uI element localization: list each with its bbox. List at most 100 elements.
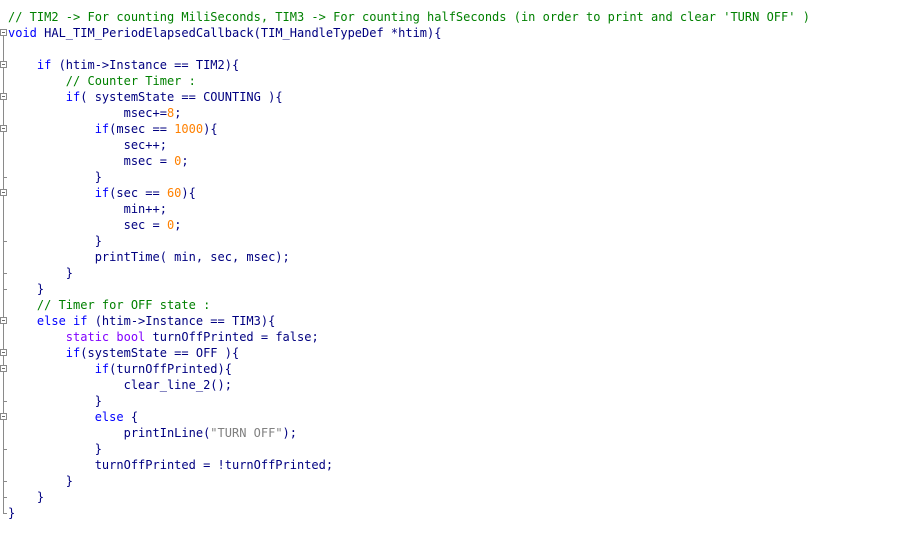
code-line: static bool turnOffPrinted = false; — [8, 329, 319, 345]
code-line: min++; — [8, 201, 167, 217]
code-token-text: } — [8, 234, 102, 248]
code-line: if(msec == 1000){ — [8, 121, 218, 137]
code-token-text: } — [8, 442, 102, 456]
code-token-text: } — [8, 266, 74, 280]
fold-end-marker — [3, 513, 7, 514]
code-token-keyword: if — [94, 122, 110, 136]
code-token-text: clear_line_2(); — [8, 378, 232, 392]
code-token-number: 60 — [166, 186, 182, 200]
code-token-text: printTime( min, sec, msec); — [8, 250, 290, 264]
code-line: clear_line_2(); — [8, 377, 232, 393]
fold-toggle-icon[interactable] — [0, 413, 7, 420]
code-line: } — [8, 169, 102, 185]
code-token-text: { — [123, 410, 139, 424]
code-token-text: turnOffPrinted = false; — [145, 330, 319, 344]
code-token-text: } — [8, 394, 102, 408]
code-line: } — [8, 233, 102, 249]
fold-toggle-icon[interactable] — [0, 125, 7, 132]
code-line: } — [8, 505, 15, 521]
code-token-comment: // TIM2 -> For counting MiliSeconds, TIM… — [8, 10, 810, 24]
fold-toggle-icon[interactable] — [0, 29, 7, 36]
code-line: } — [8, 473, 73, 489]
fold-toggle-icon[interactable] — [0, 189, 7, 196]
code-line: sec = 0; — [8, 217, 182, 233]
code-line: } — [8, 393, 102, 409]
fold-end-marker — [3, 273, 7, 274]
code-line: else { — [8, 409, 138, 425]
fold-end-marker — [3, 289, 7, 290]
code-token-text: printInLine( — [8, 426, 211, 440]
code-token-text: sec = — [8, 218, 167, 232]
code-token-text: (systemState == OFF ){ — [80, 346, 240, 360]
code-token-keyword: else if — [36, 314, 88, 328]
code-line: turnOffPrinted = !turnOffPrinted; — [8, 457, 333, 473]
code-line: msec+=8; — [8, 105, 182, 121]
code-line: else if (htim->Instance == TIM3){ — [8, 313, 275, 329]
code-line: if (htim->Instance == TIM2){ — [8, 57, 239, 73]
fold-end-marker — [3, 241, 7, 242]
code-line: } — [8, 441, 102, 457]
code-token-text: ; — [181, 154, 189, 168]
code-line: } — [8, 489, 44, 505]
code-token-text: turnOffPrinted = !turnOffPrinted; — [8, 458, 334, 472]
code-token-text: ; — [174, 106, 182, 120]
fold-toggle-icon[interactable] — [0, 365, 7, 372]
code-line: // Counter Timer : — [8, 73, 196, 89]
code-token-text: } — [8, 170, 102, 184]
fold-end-marker — [3, 449, 7, 450]
code-token-text: min++; — [8, 202, 167, 216]
code-line: void HAL_TIM_PeriodElapsedCallback(TIM_H… — [8, 25, 441, 41]
code-token-kw2: static bool — [65, 330, 146, 344]
code-token-text: (htim->Instance == TIM3){ — [87, 314, 276, 328]
fold-gutter — [0, 0, 8, 540]
code-token-text: (sec == — [109, 186, 167, 200]
code-token-keyword: else — [94, 410, 124, 424]
code-token-text: (turnOffPrinted){ — [109, 362, 232, 376]
code-token-text: msec+= — [8, 106, 167, 120]
code-line: } — [8, 281, 44, 297]
code-token-text: HAL_TIM_PeriodElapsedCallback(TIM_Handle… — [36, 26, 442, 40]
code-token-string: "TURN OFF" — [210, 426, 283, 440]
code-token-comment: // Counter Timer : — [65, 74, 196, 88]
code-editor[interactable]: // TIM2 -> For counting MiliSeconds, TIM… — [0, 0, 917, 540]
code-token-keyword: if — [94, 186, 110, 200]
fold-end-marker — [3, 177, 7, 178]
code-token-text: ; — [174, 218, 182, 232]
code-line: printTime( min, sec, msec); — [8, 249, 290, 265]
code-token-text: sec++; — [8, 138, 167, 152]
code-token-keyword: if — [94, 362, 110, 376]
code-line: printInLine("TURN OFF"); — [8, 425, 297, 441]
fold-end-marker — [3, 401, 7, 402]
fold-toggle-icon[interactable] — [0, 93, 7, 100]
code-line: // Timer for OFF state : — [8, 297, 210, 313]
code-token-text: } — [8, 506, 16, 520]
code-token-keyword: if — [65, 90, 81, 104]
code-line: if(systemState == OFF ){ — [8, 345, 239, 361]
code-token-text: ){ — [181, 186, 196, 200]
code-token-text: ( systemState == COUNTING ){ — [80, 90, 283, 104]
code-token-text: } — [8, 282, 45, 296]
code-line: if(turnOffPrinted){ — [8, 361, 232, 377]
code-token-text: ){ — [203, 122, 218, 136]
code-token-comment: // Timer for OFF state : — [36, 298, 211, 312]
code-line: msec = 0; — [8, 153, 189, 169]
fold-toggle-icon[interactable] — [0, 317, 7, 324]
code-token-keyword: if — [65, 346, 81, 360]
code-line: sec++; — [8, 137, 167, 153]
fold-end-marker — [3, 497, 7, 498]
code-line: if(sec == 60){ — [8, 185, 196, 201]
code-token-keyword: void — [8, 26, 37, 40]
code-token-text: msec = — [8, 154, 175, 168]
fold-toggle-icon[interactable] — [0, 349, 7, 356]
fold-toggle-icon[interactable] — [0, 61, 7, 68]
